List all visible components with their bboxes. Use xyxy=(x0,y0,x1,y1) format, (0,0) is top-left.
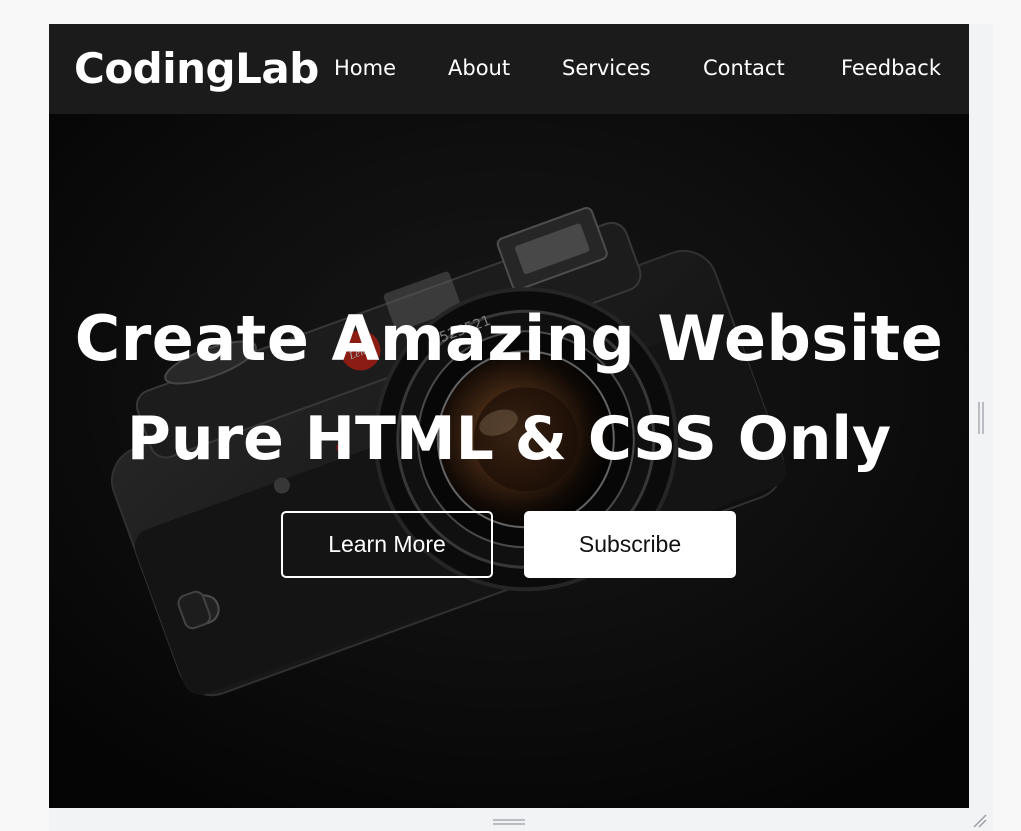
nav-link-services[interactable]: Services xyxy=(562,56,651,80)
hero-title-line2: Pure HTML & CSS Only xyxy=(126,404,892,474)
hero-title-line1: Create Amazing Website xyxy=(74,302,944,375)
learn-more-button[interactable]: Learn More xyxy=(281,511,493,578)
nav-link-home[interactable]: Home xyxy=(334,56,396,80)
horizontal-resize-handle[interactable] xyxy=(493,819,525,825)
nav-link-feedback[interactable]: Feedback xyxy=(841,56,941,80)
preview-frame: CodingLab Home About Services Contact Fe… xyxy=(49,24,969,808)
corner-resize-icon[interactable] xyxy=(972,813,988,829)
subscribe-button[interactable]: Subscribe xyxy=(524,511,736,578)
vertical-resize-handle[interactable] xyxy=(978,402,984,434)
nav-links: Home About Services Contact Feedback xyxy=(49,56,969,86)
nav-link-contact[interactable]: Contact xyxy=(703,56,785,80)
navbar: CodingLab Home About Services Contact Fe… xyxy=(49,24,969,114)
nav-link-about[interactable]: About xyxy=(448,56,510,80)
